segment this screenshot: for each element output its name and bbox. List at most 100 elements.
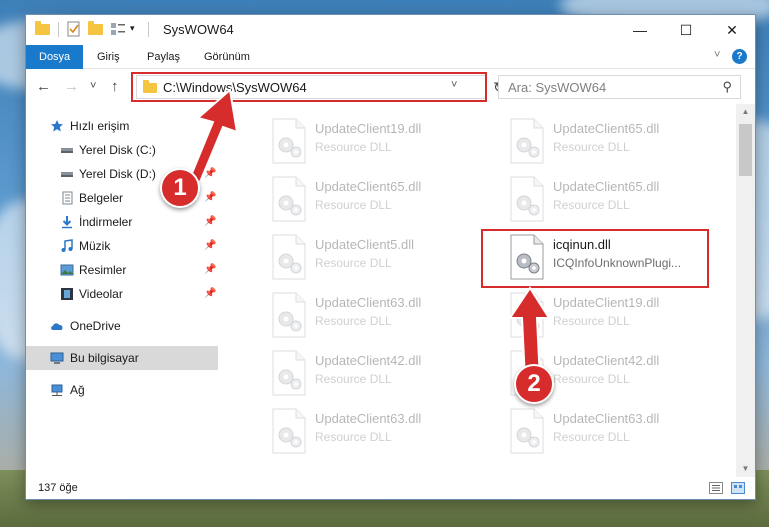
file-item[interactable]: UpdateClient63.dll Resource DLL — [271, 292, 496, 346]
folder-icon — [35, 21, 51, 37]
file-name: UpdateClient63.dll — [315, 295, 422, 310]
pin-icon[interactable]: 📌 — [204, 264, 216, 275]
computer-icon — [50, 352, 64, 364]
dll-file-icon — [510, 118, 544, 164]
sidebar-item-quick-access[interactable]: Hızlı erişim — [26, 114, 218, 138]
tab-file[interactable]: Dosya — [26, 45, 84, 69]
dll-file-icon — [510, 408, 544, 454]
music-icon — [61, 239, 73, 252]
file-name: UpdateClient65.dll — [315, 179, 422, 194]
file-item[interactable]: UpdateClient65.dll Resource DLL — [509, 118, 734, 172]
pin-icon[interactable]: 📌 — [204, 216, 216, 227]
videos-icon — [61, 288, 73, 300]
cloud-icon — [51, 323, 63, 330]
dll-file-icon — [272, 350, 306, 396]
file-item[interactable]: UpdateClient42.dll Resource DLL — [271, 350, 496, 404]
search-input[interactable]: Ara: SysWOW64 ⚲ — [498, 75, 741, 99]
file-item[interactable]: UpdateClient63.dll Resource DLL — [271, 408, 496, 462]
scroll-down-icon[interactable]: ▼ — [736, 464, 755, 473]
tab-home[interactable]: Giriş — [97, 45, 120, 69]
file-name: UpdateClient19.dll — [553, 295, 660, 310]
file-name: UpdateClient5.dll — [315, 237, 415, 252]
properties-icon[interactable] — [66, 21, 82, 37]
window-title: SysWOW64 — [163, 22, 234, 37]
maximize-button[interactable]: ☐ — [663, 15, 709, 45]
file-name: UpdateClient65.dll — [553, 179, 660, 194]
file-type: Resource DLL — [315, 198, 392, 212]
file-name: UpdateClient65.dll — [553, 121, 660, 136]
network-icon — [51, 384, 63, 396]
drive-icon — [61, 148, 73, 153]
documents-icon — [62, 191, 73, 205]
sidebar-item-local-disk-c[interactable]: Yerel Disk (C:) 📌 — [26, 138, 218, 162]
file-type: Resource DLL — [553, 314, 630, 328]
file-type: Resource DLL — [315, 314, 392, 328]
file-item[interactable]: UpdateClient63.dll Resource DLL — [509, 408, 734, 462]
star-icon — [51, 120, 63, 132]
sidebar-item-onedrive[interactable]: OneDrive — [26, 314, 218, 338]
file-type: Resource DLL — [315, 372, 392, 386]
navigation-pane: Hızlı erişim Yerel Disk (C:) 📌 Yerel Dis… — [26, 104, 218, 477]
sidebar-item-pictures[interactable]: Resimler 📌 — [26, 258, 218, 282]
tab-view[interactable]: Görünüm — [204, 45, 250, 69]
tab-share[interactable]: Paylaş — [147, 45, 180, 69]
callout-1: 1 — [160, 168, 200, 208]
large-icons-view-icon[interactable] — [731, 482, 745, 494]
help-icon[interactable]: ? — [732, 49, 747, 64]
file-type: Resource DLL — [553, 372, 630, 386]
sidebar-item-videos[interactable]: Videolar 📌 — [26, 282, 218, 306]
file-item[interactable]: UpdateClient5.dll Resource DLL — [271, 234, 496, 288]
pin-icon[interactable]: 📌 — [204, 144, 216, 155]
address-bar-highlight — [131, 72, 487, 102]
sidebar-item-network[interactable]: Ağ — [26, 378, 218, 402]
pictures-icon — [60, 264, 74, 276]
view-options-icon[interactable] — [110, 21, 126, 37]
file-type: Resource DLL — [553, 430, 630, 444]
file-type: Resource DLL — [315, 430, 392, 444]
dll-file-icon — [272, 176, 306, 222]
file-item[interactable]: UpdateClient65.dll Resource DLL — [271, 176, 496, 230]
file-name: UpdateClient42.dll — [553, 353, 660, 368]
dll-file-icon — [272, 292, 306, 338]
close-button[interactable]: ✕ — [709, 15, 755, 45]
file-item[interactable]: UpdateClient65.dll Resource DLL — [509, 176, 734, 230]
dll-file-icon — [510, 292, 544, 338]
forward-button[interactable]: → — [64, 78, 79, 95]
back-button[interactable]: ← — [36, 78, 51, 95]
pin-icon[interactable]: 📌 — [204, 168, 216, 179]
file-name: UpdateClient19.dll — [315, 121, 422, 136]
file-item[interactable]: UpdateClient19.dll Resource DLL — [509, 292, 734, 346]
details-view-icon[interactable] — [709, 482, 723, 494]
file-item[interactable]: UpdateClient19.dll Resource DLL — [271, 118, 496, 172]
file-list: UpdateClient19.dll Resource DLL UpdateClie… — [219, 104, 736, 477]
sidebar-item-downloads[interactable]: İndirmeler 📌 — [26, 210, 218, 234]
sidebar-item-this-pc[interactable]: Bu bilgisayar — [26, 346, 218, 370]
vertical-scrollbar[interactable]: ▲ ▼ — [736, 104, 755, 477]
scroll-up-icon[interactable]: ▲ — [736, 107, 755, 116]
ribbon-tabs: Dosya Giriş Paylaş Görünüm ˅ ? — [26, 45, 755, 69]
sidebar-item-music[interactable]: Müzik 📌 — [26, 234, 218, 258]
callout-2: 2 — [514, 364, 554, 404]
downloads-icon — [62, 216, 72, 229]
new-folder-icon[interactable] — [88, 21, 104, 37]
title-bar: ▾ SysWOW64 — ☐ ✕ — [26, 15, 755, 45]
file-name: UpdateClient42.dll — [315, 353, 422, 368]
file-name: UpdateClient63.dll — [553, 411, 660, 426]
item-count: 137 öğe — [38, 482, 78, 494]
pin-icon[interactable]: 📌 — [204, 192, 216, 203]
minimize-button[interactable]: — — [617, 15, 663, 45]
file-type: Resource DLL — [553, 198, 630, 212]
scroll-thumb[interactable] — [739, 124, 752, 176]
search-icon[interactable]: ⚲ — [722, 79, 732, 95]
drive-icon — [61, 172, 73, 177]
dll-file-icon — [272, 408, 306, 454]
dll-file-icon — [272, 234, 306, 280]
up-button[interactable]: ↑ — [111, 78, 119, 95]
status-bar: 137 öğe — [26, 477, 755, 499]
dll-file-icon — [510, 176, 544, 222]
pin-icon[interactable]: 📌 — [204, 288, 216, 299]
expand-ribbon-icon[interactable]: ˅ — [714, 49, 720, 61]
recent-locations-button[interactable]: ˅ — [90, 80, 96, 92]
customize-toolbar-icon[interactable]: ▾ — [130, 23, 146, 39]
pin-icon[interactable]: 📌 — [204, 240, 216, 251]
